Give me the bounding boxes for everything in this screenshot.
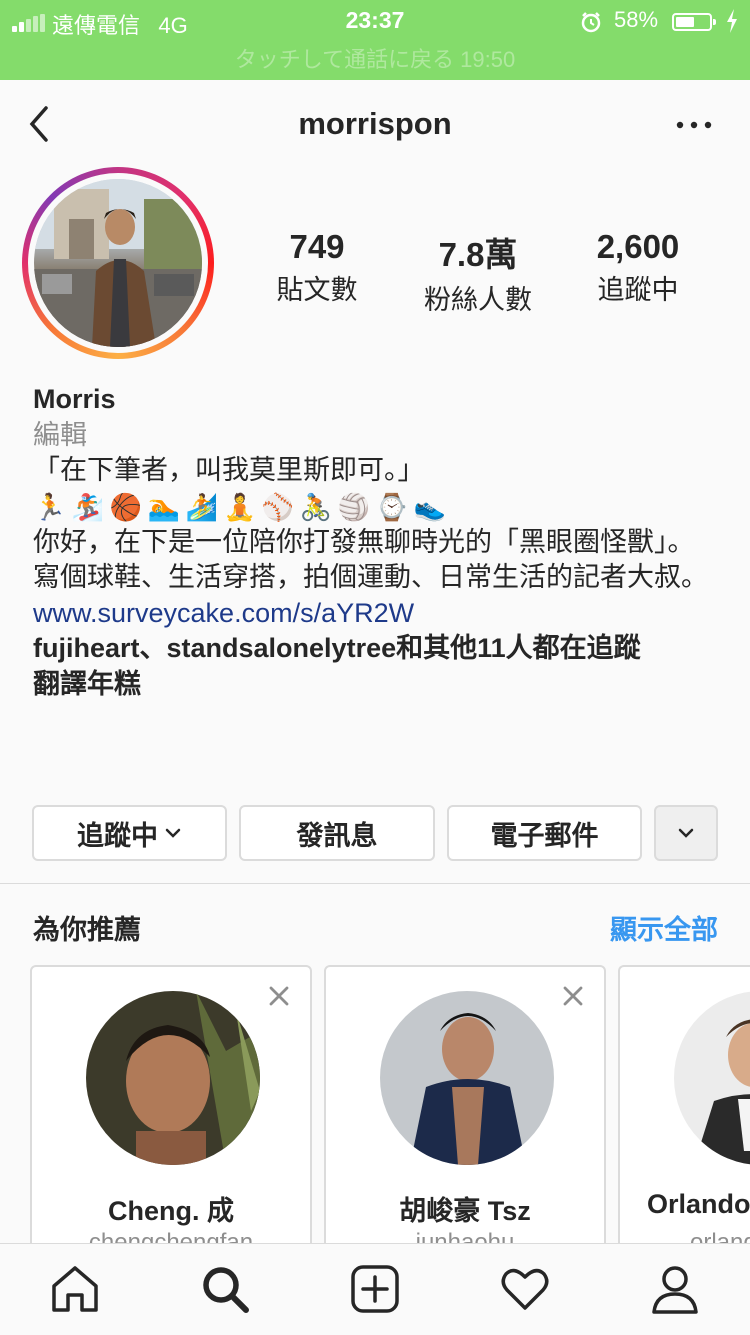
bio-line: 寫個球鞋、生活穿搭，拍個運動、日常生活的記者大叔。 bbox=[33, 562, 708, 592]
close-icon[interactable] bbox=[268, 985, 290, 1007]
posts-count[interactable]: 749 貼文數 bbox=[262, 228, 372, 307]
surfer-icon: 🏄 bbox=[185, 491, 219, 522]
cyclist-icon: 🚴 bbox=[299, 491, 333, 522]
yoga-icon: 🧘 bbox=[223, 491, 257, 522]
section-divider bbox=[0, 883, 750, 884]
close-icon[interactable] bbox=[562, 985, 584, 1007]
avatar-photo bbox=[34, 179, 202, 347]
basketball-icon: 🏀 bbox=[109, 491, 143, 522]
followed-by-text[interactable]: fujiheart、standsalonelytree和其他11人都在追蹤 bbox=[33, 631, 723, 667]
battery-icon bbox=[672, 13, 716, 31]
new-post-icon[interactable] bbox=[350, 1264, 400, 1314]
suggestions-toggle-button[interactable] bbox=[654, 805, 718, 861]
snowboard-icon: 🏂 bbox=[71, 491, 105, 522]
profile-icon[interactable] bbox=[650, 1264, 700, 1314]
email-button-label: 電子郵件 bbox=[490, 820, 599, 851]
following-button[interactable]: 追蹤中 bbox=[32, 805, 227, 861]
swimmer-icon: 🏊 bbox=[147, 491, 181, 522]
profile-avatar[interactable] bbox=[22, 167, 214, 359]
bio-line: 「在下筆者，叫我莫里斯即可。」 bbox=[33, 455, 425, 485]
return-to-call-banner[interactable]: タッチして通話に戻る 19:50 bbox=[0, 42, 750, 74]
suggestion-name: Orlando bbox=[647, 1189, 750, 1219]
chevron-down-icon bbox=[678, 828, 694, 838]
suggestion-card[interactable]: Cheng. 成 chengchengfan bbox=[30, 965, 312, 1265]
suggestion-avatar[interactable] bbox=[380, 991, 554, 1165]
suggestion-avatar[interactable] bbox=[674, 991, 750, 1165]
activity-heart-icon[interactable] bbox=[500, 1264, 550, 1314]
suggestions-title: 為你推薦 bbox=[33, 915, 141, 945]
following-button-label: 追蹤中 bbox=[77, 820, 158, 851]
bio-line: 你好，在下是一位陪你打發無聊時光的「黑眼圈怪獸」。 bbox=[33, 526, 695, 557]
followers-count[interactable]: 7.8萬 粉絲人數 bbox=[414, 228, 542, 317]
bio-emoji-row: 🏃 🏂 🏀 🏊 🏄 🧘 ⚾ 🚴 🏐 ⌚ 👟 bbox=[33, 489, 723, 525]
bottom-tab-bar bbox=[0, 1243, 750, 1335]
stat-value: 2,600 bbox=[596, 228, 680, 265]
stat-label: 貼文數 bbox=[276, 275, 358, 305]
edit-label[interactable]: 編輯 bbox=[33, 418, 723, 454]
home-icon[interactable] bbox=[50, 1264, 100, 1314]
stat-value: 7.8萬 bbox=[438, 236, 518, 273]
suggestion-card[interactable]: 胡峻豪 Tsz junhaohu bbox=[324, 965, 606, 1265]
see-all-link[interactable]: 顯示全部 bbox=[610, 908, 718, 947]
translate-link[interactable]: 翻譯年糕 bbox=[33, 667, 723, 703]
following-count[interactable]: 2,600 追蹤中 bbox=[580, 228, 696, 307]
chevron-down-icon bbox=[165, 828, 181, 838]
sneaker-icon: 👟 bbox=[413, 491, 447, 522]
email-button[interactable]: 電子郵件 bbox=[447, 805, 642, 861]
stat-label: 追蹤中 bbox=[597, 275, 679, 305]
alarm-icon bbox=[581, 12, 601, 33]
search-icon[interactable] bbox=[200, 1264, 250, 1314]
suggestion-card[interactable]: Orlando orlando bbox=[618, 965, 750, 1265]
battery-percent: 58% bbox=[614, 7, 659, 32]
runner-icon: 🏃 bbox=[33, 491, 67, 522]
bio-link[interactable]: www.surveycake.com/s/aYR2W bbox=[33, 596, 723, 632]
suggestion-avatar[interactable] bbox=[86, 991, 260, 1165]
ellipsis-icon[interactable] bbox=[676, 120, 712, 130]
stat-value: 749 bbox=[289, 228, 345, 265]
volleyball-icon: 🏐 bbox=[337, 491, 371, 522]
suggestion-name: Cheng. 成 bbox=[108, 1196, 234, 1226]
watch-icon: ⌚ bbox=[375, 491, 409, 522]
charging-bolt-icon bbox=[727, 9, 737, 33]
page-title: morrispon bbox=[298, 106, 452, 141]
stat-label: 粉絲人數 bbox=[424, 285, 532, 315]
status-bar: 遠傳電信 4G 23:37 58% タッチして通話に戻る 19:50 bbox=[0, 0, 750, 80]
message-button[interactable]: 發訊息 bbox=[239, 805, 435, 861]
suggestion-name: 胡峻豪 Tsz bbox=[399, 1196, 531, 1226]
message-button-label: 發訊息 bbox=[296, 820, 378, 851]
baseball-icon: ⚾ bbox=[261, 491, 295, 522]
profile-header: morrispon bbox=[0, 80, 750, 170]
profile-name: Morris bbox=[33, 384, 116, 414]
profile-bio: Morris 編輯 「在下筆者，叫我莫里斯即可。」 🏃 🏂 🏀 🏊 🏄 🧘 ⚾ … bbox=[33, 382, 723, 702]
